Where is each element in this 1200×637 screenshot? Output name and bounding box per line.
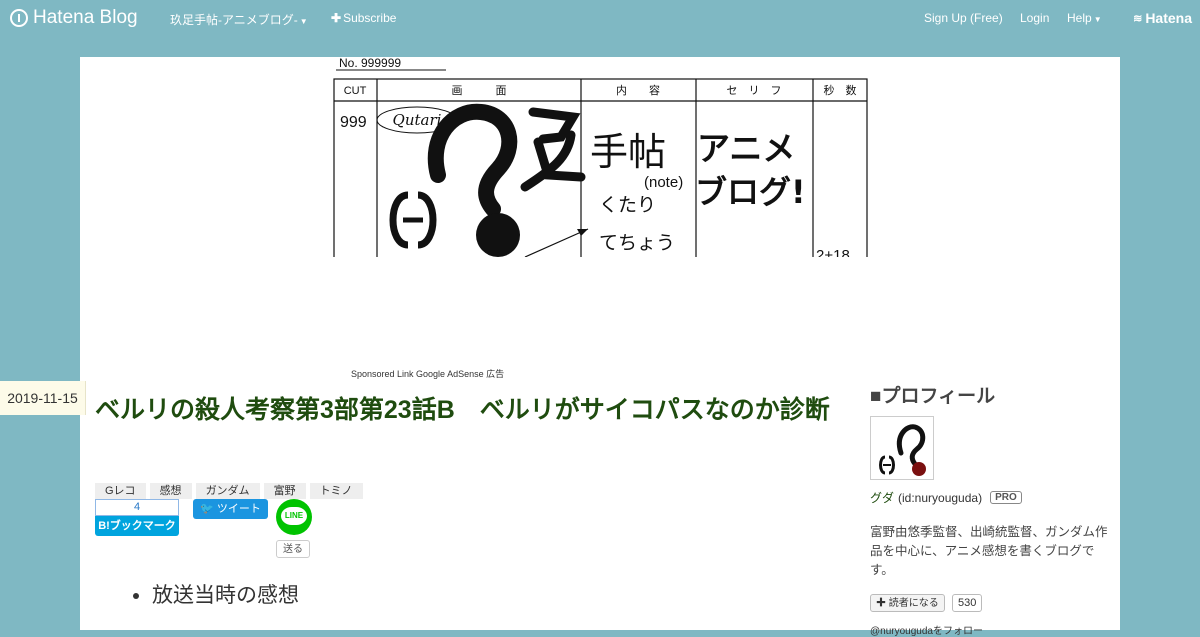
- subscribe-label: Subscribe: [343, 11, 397, 25]
- hatena-corp-link[interactable]: ≋ Hatena: [1133, 10, 1192, 26]
- plus-icon: ✚: [331, 11, 342, 25]
- subscribe-button[interactable]: ✚ Subscribe: [331, 11, 396, 25]
- tag-link[interactable]: 感想: [149, 483, 192, 499]
- entry-title[interactable]: ベルリの殺人考察第3部第23話B ベルリがサイコパスなのか診断: [95, 385, 855, 435]
- global-header: Hatena Blog 玖足手帖-アニメブログ- ▼ ✚ Subscribe Sig…: [0, 0, 1200, 36]
- banner-logo-kanji: [520, 107, 586, 192]
- sponsored-label: Sponsored Link Google AdSense 広告: [351, 369, 505, 379]
- signup-link[interactable]: Sign Up (Free): [924, 11, 1003, 25]
- help-menu[interactable]: Help ▼: [1067, 11, 1102, 25]
- reader-count[interactable]: 530: [952, 594, 983, 612]
- line-send-button[interactable]: 送る: [276, 540, 310, 558]
- banner-header-screen: 画 面: [452, 85, 507, 97]
- blog-container: No. 999999 CUT 画 面 内 容 セ リ フ 秒 数 999 Qut…: [80, 57, 1120, 637]
- tag-link[interactable]: ガンダム: [195, 483, 260, 499]
- banner-title-techo: 手帖: [590, 130, 666, 174]
- hatena-blog-logo[interactable]: Hatena Blog: [10, 7, 138, 29]
- banner-qutari: Qutari: [393, 111, 442, 129]
- hatena-mark-icon: ≋: [1133, 12, 1143, 25]
- help-label: Help: [1067, 11, 1092, 25]
- banner-reading-kutari: くたり: [599, 194, 656, 216]
- banner-note: (note): [644, 174, 683, 191]
- blog-menu-label: 玖足手帖-アニメブログ-: [170, 13, 298, 27]
- entry-tags: Gレコ 感想 ガンダム 富野 トミノ: [95, 483, 363, 499]
- tag-link[interactable]: Gレコ: [95, 483, 146, 499]
- list-item: 放送当時の感想: [152, 579, 299, 609]
- hatena-corp-label: Hatena: [1145, 10, 1192, 26]
- tag-link[interactable]: トミノ: [309, 483, 363, 499]
- profile-user-id[interactable]: (id:nuryouguda): [898, 491, 982, 505]
- tweet-label: ツイート: [216, 503, 261, 515]
- profile-user-name[interactable]: グダ: [870, 489, 894, 506]
- entry-date[interactable]: 2019-11-15: [0, 381, 86, 415]
- banner-header-content: 内 容: [616, 83, 660, 97]
- bookmark-button[interactable]: B!ブックマーク: [95, 516, 179, 536]
- blog-menu[interactable]: 玖足手帖-アニメブログ- ▼: [170, 11, 308, 28]
- banner-cut-number: 999: [340, 114, 367, 131]
- banner-reading-techou: てちょう: [599, 232, 675, 254]
- blog-header-banner[interactable]: No. 999999 CUT 画 面 内 容 セ リ フ 秒 数 999 Qut…: [333, 57, 868, 257]
- banner-seconds: 2+18: [816, 247, 850, 257]
- avatar-logo-icon: [879, 424, 926, 476]
- banner-header-seconds: 秒 数: [824, 83, 857, 97]
- avatar[interactable]: [870, 416, 934, 480]
- plus-icon: ✚: [876, 598, 889, 609]
- banner-logo-dot: [476, 213, 520, 257]
- tweet-button[interactable]: 🐦 ツイート: [193, 499, 268, 519]
- banner-blog: ブログ!: [695, 173, 806, 211]
- caret-down-icon: ▼: [299, 17, 308, 26]
- profile-description: 富野由悠季監督、出崎統監督、ガンダム作品を中心に、アニメ感想を書くブログです。: [870, 525, 1108, 577]
- entry-body-list: 放送当時の感想: [132, 579, 299, 609]
- banner-anime: アニメ: [697, 129, 795, 168]
- banner-header-dialogue: セ リ フ: [727, 84, 782, 97]
- hatena-bookmark-widget[interactable]: 4 B!ブックマーク: [95, 499, 179, 538]
- pro-badge: PRO: [990, 491, 1022, 504]
- tag-link[interactable]: 富野: [263, 483, 306, 499]
- banner-header-cut: CUT: [344, 85, 367, 97]
- banner-logo-curve: [427, 103, 518, 217]
- brand-name: Hatena Blog: [33, 7, 138, 28]
- line-icon: LINE: [281, 507, 307, 525]
- bookmark-count[interactable]: 4: [95, 499, 179, 516]
- profile-heading: ■プロフィール: [870, 386, 996, 407]
- reader-button-label: 読者になる: [888, 598, 939, 609]
- subscribe-reader-button[interactable]: ✚ 読者になる: [870, 594, 945, 612]
- login-link[interactable]: Login: [1020, 11, 1049, 25]
- banner-serial: No. 999999: [339, 57, 401, 70]
- twitter-bird-icon: 🐦: [200, 503, 214, 515]
- profile-user-line: グダ (id:nuryouguda) PRO: [870, 489, 1022, 506]
- hatena-logo-icon: [10, 9, 28, 27]
- caret-down-icon: ▼: [1093, 15, 1102, 24]
- line-share-button[interactable]: LINE: [276, 499, 312, 535]
